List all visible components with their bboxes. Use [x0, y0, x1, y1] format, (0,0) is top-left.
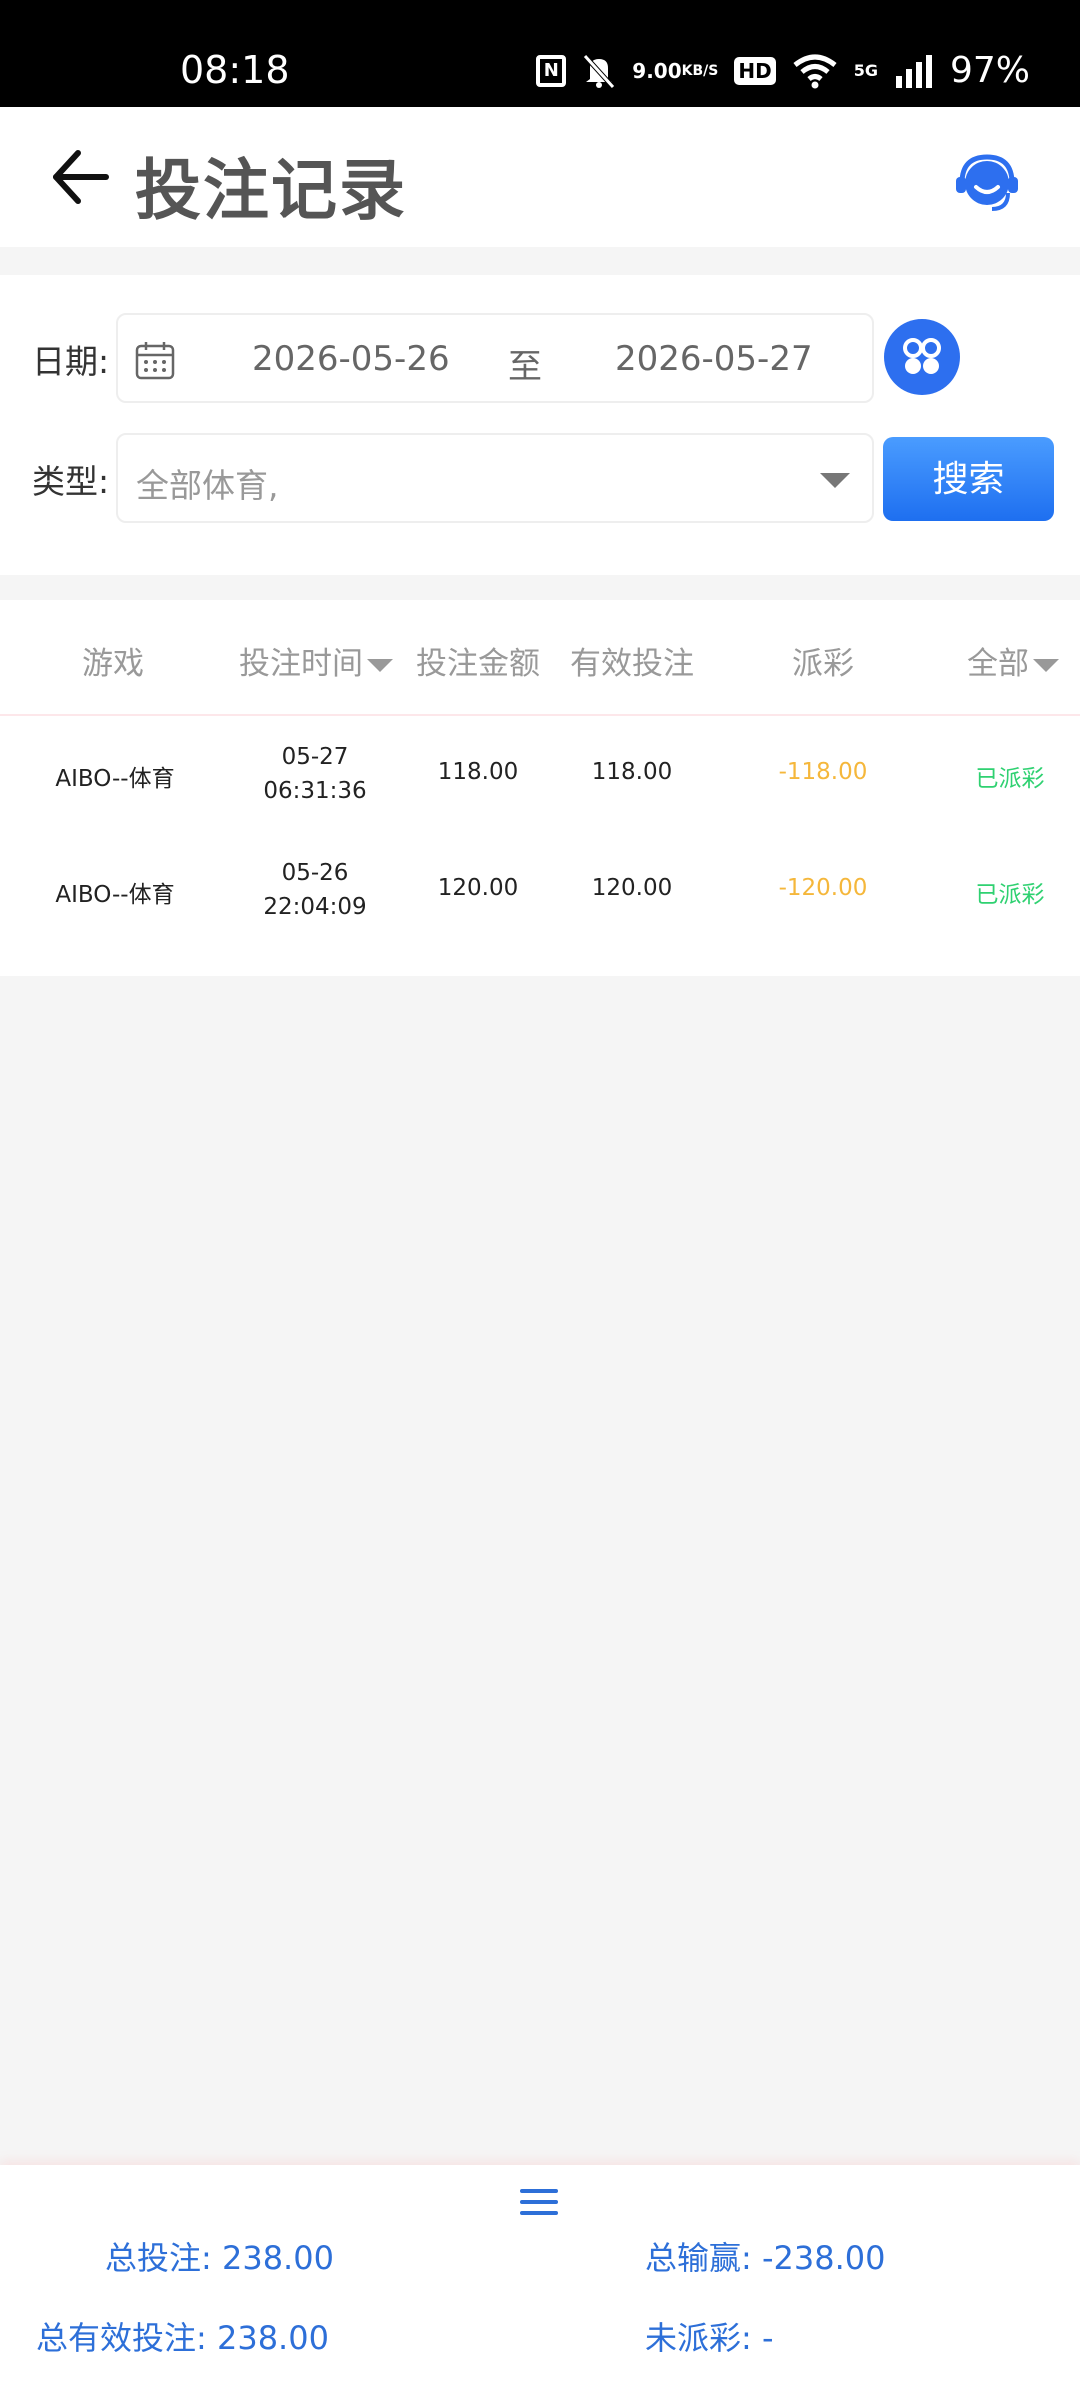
sort-down-icon	[367, 659, 393, 672]
type-label: 类型:	[32, 462, 110, 501]
column-game: 游戏	[82, 646, 144, 682]
type-select[interactable]: 全部体育,	[116, 433, 874, 523]
status-bar: 08:18 N 9.00 KB/S HD 5G 97%	[0, 0, 1080, 107]
wifi-icon	[792, 53, 838, 89]
cell-valid: 118.00	[591, 759, 673, 785]
date-separator: 至	[508, 347, 542, 387]
battery-level: 97%	[949, 50, 1030, 91]
app-header: 投注记录	[0, 107, 1080, 247]
summary-footer: 总投注: 238.00 总输赢: -238.00 总有效投注: 238.00 未…	[0, 2165, 1080, 2400]
status-time: 08:18	[180, 48, 290, 92]
unsettled-value: -	[761, 2319, 774, 2357]
total-winloss-value: -238.00	[761, 2239, 886, 2277]
cell-bet-date: 05-26	[281, 860, 349, 886]
column-bet-amount: 投注金额	[416, 646, 540, 682]
calendar-icon	[135, 342, 175, 380]
cell-game: AIBO--体育	[55, 766, 175, 792]
cell-status: 已派彩	[975, 766, 1045, 792]
cell-bet-date: 05-27	[281, 744, 349, 770]
status-icons: N 9.00 KB/S HD 5G 97%	[536, 50, 1030, 91]
unsettled-label: 未派彩:	[645, 2319, 752, 2357]
grid-circles-icon	[903, 338, 941, 374]
page-title: 投注记录	[135, 152, 407, 229]
table-header: 游戏 投注时间 投注金额 有效投注 派彩 全部	[0, 600, 1080, 716]
search-button[interactable]: 搜索	[883, 437, 1054, 521]
cell-bet-clock: 06:31:36	[263, 778, 367, 804]
customer-service-button[interactable]	[952, 147, 1022, 217]
date-from[interactable]: 2026-05-26	[252, 339, 450, 379]
type-value: 全部体育,	[136, 466, 279, 505]
column-valid-bet: 有效投注	[570, 646, 694, 682]
unsettled: 未派彩: -	[645, 2313, 774, 2359]
column-bet-time-label: 投注时间	[239, 646, 363, 682]
filter-panel: 日期: 2026-05-26 至 2026-05-27 类型: 全部体育, 搜索	[0, 275, 1080, 575]
total-winloss-label: 总输赢:	[645, 2239, 752, 2277]
total-bet: 总投注: 238.00	[105, 2233, 334, 2279]
date-range-picker[interactable]: 2026-05-26 至 2026-05-27	[116, 313, 874, 403]
chevron-down-icon	[820, 473, 850, 488]
cell-bet-time: 05-26 22:04:09	[245, 856, 385, 924]
back-button[interactable]	[48, 147, 118, 207]
nfc-icon: N	[536, 54, 567, 87]
arrow-left-icon	[53, 150, 109, 204]
column-status-label: 全部	[967, 646, 1029, 682]
cell-status: 已派彩	[975, 882, 1045, 908]
mute-bell-icon	[582, 53, 616, 89]
hd-badge: HD	[734, 56, 776, 85]
bet-records-table: 游戏 投注时间 投注金额 有效投注 派彩 全部 AIBO--体育 05-27 0…	[0, 600, 1080, 976]
net-speed: 9.00 KB/S	[632, 58, 719, 83]
date-to[interactable]: 2026-05-27	[615, 339, 813, 379]
cell-game: AIBO--体育	[55, 882, 175, 908]
cell-amount: 120.00	[437, 875, 519, 901]
column-bet-time[interactable]: 投注时间	[236, 638, 396, 683]
table-row[interactable]: AIBO--体育 05-27 06:31:36 118.00 118.00 -1…	[0, 716, 1080, 832]
network-type: 5G	[853, 61, 878, 80]
cell-payout: -120.00	[778, 875, 868, 901]
total-winloss: 总输赢: -238.00	[645, 2233, 885, 2279]
total-bet-value: 238.00	[221, 2239, 334, 2277]
cell-payout: -118.00	[778, 759, 868, 785]
cell-bet-time: 05-27 06:31:36	[245, 740, 385, 808]
filter-down-icon	[1033, 659, 1059, 672]
table-row[interactable]: AIBO--体育 05-26 22:04:09 120.00 120.00 -1…	[0, 832, 1080, 948]
net-speed-value: 9.00	[632, 58, 682, 83]
cell-amount: 118.00	[437, 759, 519, 785]
column-payout: 派彩	[792, 646, 854, 682]
total-valid-value: 238.00	[216, 2319, 329, 2357]
headset-icon	[956, 154, 1018, 211]
signal-icon	[894, 54, 934, 88]
menu-icon[interactable]	[518, 2185, 560, 2219]
total-bet-label: 总投注:	[105, 2239, 212, 2277]
net-speed-unit: KB/S	[681, 62, 719, 79]
quick-select-button[interactable]	[884, 319, 960, 395]
column-status-filter[interactable]: 全部	[958, 638, 1068, 683]
total-valid-bet: 总有效投注: 238.00	[36, 2313, 329, 2359]
date-label: 日期:	[32, 342, 110, 381]
total-valid-label: 总有效投注:	[36, 2319, 207, 2357]
cell-valid: 120.00	[591, 875, 673, 901]
cell-bet-clock: 22:04:09	[263, 894, 367, 920]
